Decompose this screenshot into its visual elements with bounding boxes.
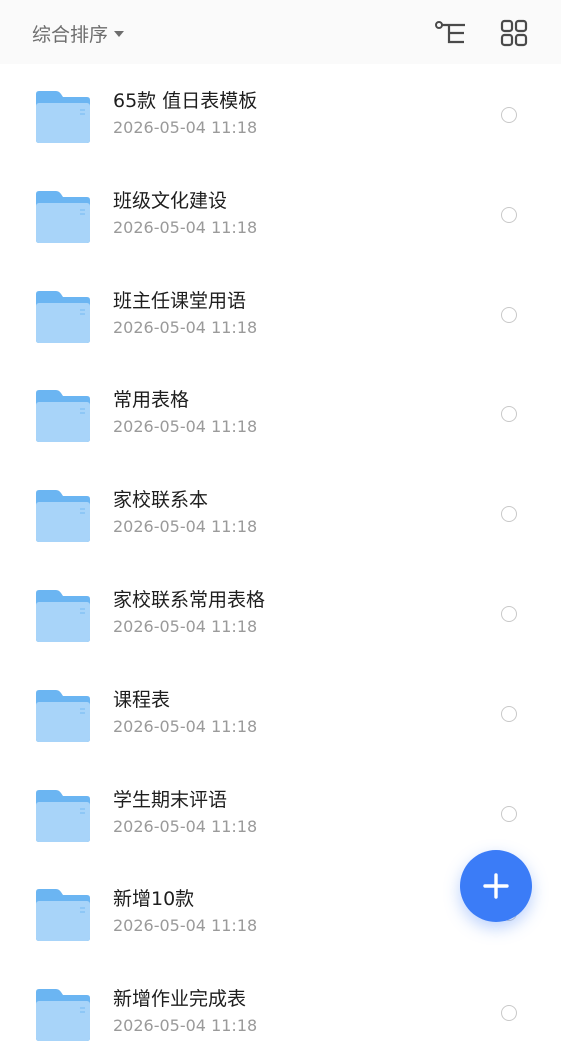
file-date: 2026-05-04 11:18 (113, 1016, 258, 1036)
tree-view-icon (435, 21, 465, 44)
folder-icon (36, 190, 90, 243)
folder-icon (36, 889, 90, 942)
file-date: 2026-05-04 11:18 (113, 217, 258, 237)
folder-icon (36, 290, 90, 343)
select-radio[interactable] (501, 705, 517, 722)
file-date: 2026-05-04 11:18 (113, 317, 258, 337)
file-name: 家校联系常用表格 (113, 588, 266, 611)
tree-view-button[interactable] (434, 16, 468, 50)
file-date: 2026-05-04 11:18 (113, 816, 258, 836)
plus-icon (483, 873, 509, 899)
file-date: 2026-05-04 11:18 (113, 417, 258, 437)
select-radio[interactable] (501, 605, 517, 622)
folder-icon (36, 989, 90, 1042)
add-button[interactable] (460, 850, 532, 922)
file-name: 新增作业完成表 (113, 988, 247, 1011)
file-name: 班级文化建设 (113, 189, 228, 212)
folder-icon (36, 589, 90, 642)
file-date: 2026-05-04 11:18 (113, 716, 258, 736)
select-radio[interactable] (501, 406, 517, 423)
sort-dropdown[interactable]: 综合排序 (32, 18, 125, 48)
list-item[interactable]: 家校联系常用表格 2026-05-04 11:18 (0, 565, 561, 665)
list-item[interactable]: 班级文化建设 2026-05-04 11:18 (0, 166, 561, 266)
select-radio[interactable] (501, 107, 517, 123)
folder-icon (36, 689, 90, 742)
file-name: 班主任课堂用语 (113, 289, 247, 312)
file-name: 家校联系本 (113, 489, 209, 512)
list-item[interactable]: 65款 值日表模板 2026-05-04 11:18 (0, 66, 561, 166)
list-item[interactable]: 学生期末评语 2026-05-04 11:18 (0, 765, 561, 865)
list-item[interactable]: 课程表 2026-05-04 11:18 (0, 665, 561, 765)
folder-icon (36, 789, 90, 842)
list-item[interactable]: 班主任课堂用语 2026-05-04 11:18 (0, 266, 561, 366)
file-name: 课程表 (113, 688, 171, 711)
list-item[interactable]: 家校联系本 2026-05-04 11:18 (0, 465, 561, 565)
select-radio[interactable] (501, 805, 517, 822)
grid-view-icon (500, 19, 528, 47)
file-name: 新增10款 (113, 888, 195, 911)
file-date: 2026-05-04 11:18 (113, 616, 258, 636)
sort-label: 综合排序 (32, 23, 109, 46)
file-date: 2026-05-04 11:18 (113, 517, 258, 537)
folder-icon (36, 490, 90, 543)
file-name: 65款 值日表模板 (113, 90, 258, 112)
select-radio[interactable] (501, 1005, 517, 1022)
file-date: 2026-05-04 11:18 (113, 916, 258, 936)
select-radio[interactable] (501, 506, 517, 523)
select-radio[interactable] (501, 306, 517, 323)
list-item[interactable]: 常用表格 2026-05-04 11:18 (0, 365, 561, 465)
file-name: 常用表格 (113, 389, 190, 412)
caret-down-icon (114, 31, 125, 37)
folder-icon (36, 91, 90, 143)
file-date: 2026-05-04 11:18 (113, 118, 258, 137)
file-name: 学生期末评语 (113, 788, 228, 811)
list-item[interactable]: 新增作业完成表 2026-05-04 11:18 (0, 964, 561, 1064)
grid-view-button[interactable] (497, 16, 531, 50)
folder-icon (36, 390, 90, 443)
select-radio[interactable] (501, 206, 517, 223)
